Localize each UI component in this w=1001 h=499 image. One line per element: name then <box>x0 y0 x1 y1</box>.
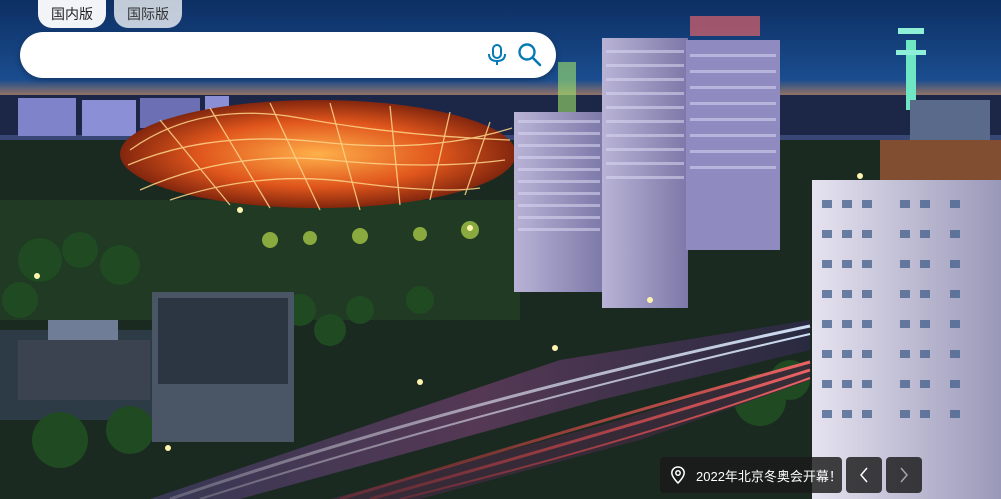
previous-image-button[interactable] <box>846 457 882 493</box>
chevron-left-icon <box>860 467 868 483</box>
search-input[interactable] <box>40 32 484 80</box>
search-box <box>20 32 556 80</box>
chevron-right-icon <box>900 467 908 483</box>
tab-international[interactable]: 国际版 <box>114 0 182 28</box>
next-image-button[interactable] <box>886 457 922 493</box>
location-pin-icon <box>671 466 685 484</box>
microphone-icon[interactable] <box>486 43 508 67</box>
homepage-hero: 国内版 国际版 2022年北京冬奥会开幕！ <box>0 0 1001 499</box>
tab-domestic[interactable]: 国内版 <box>38 0 106 28</box>
image-caption-button[interactable]: 2022年北京冬奥会开幕！ <box>660 457 842 493</box>
market-tabs: 国内版 国际版 <box>38 0 182 28</box>
search-icon[interactable] <box>517 42 543 68</box>
image-caption-text: 2022年北京冬奥会开幕！ <box>696 468 842 484</box>
